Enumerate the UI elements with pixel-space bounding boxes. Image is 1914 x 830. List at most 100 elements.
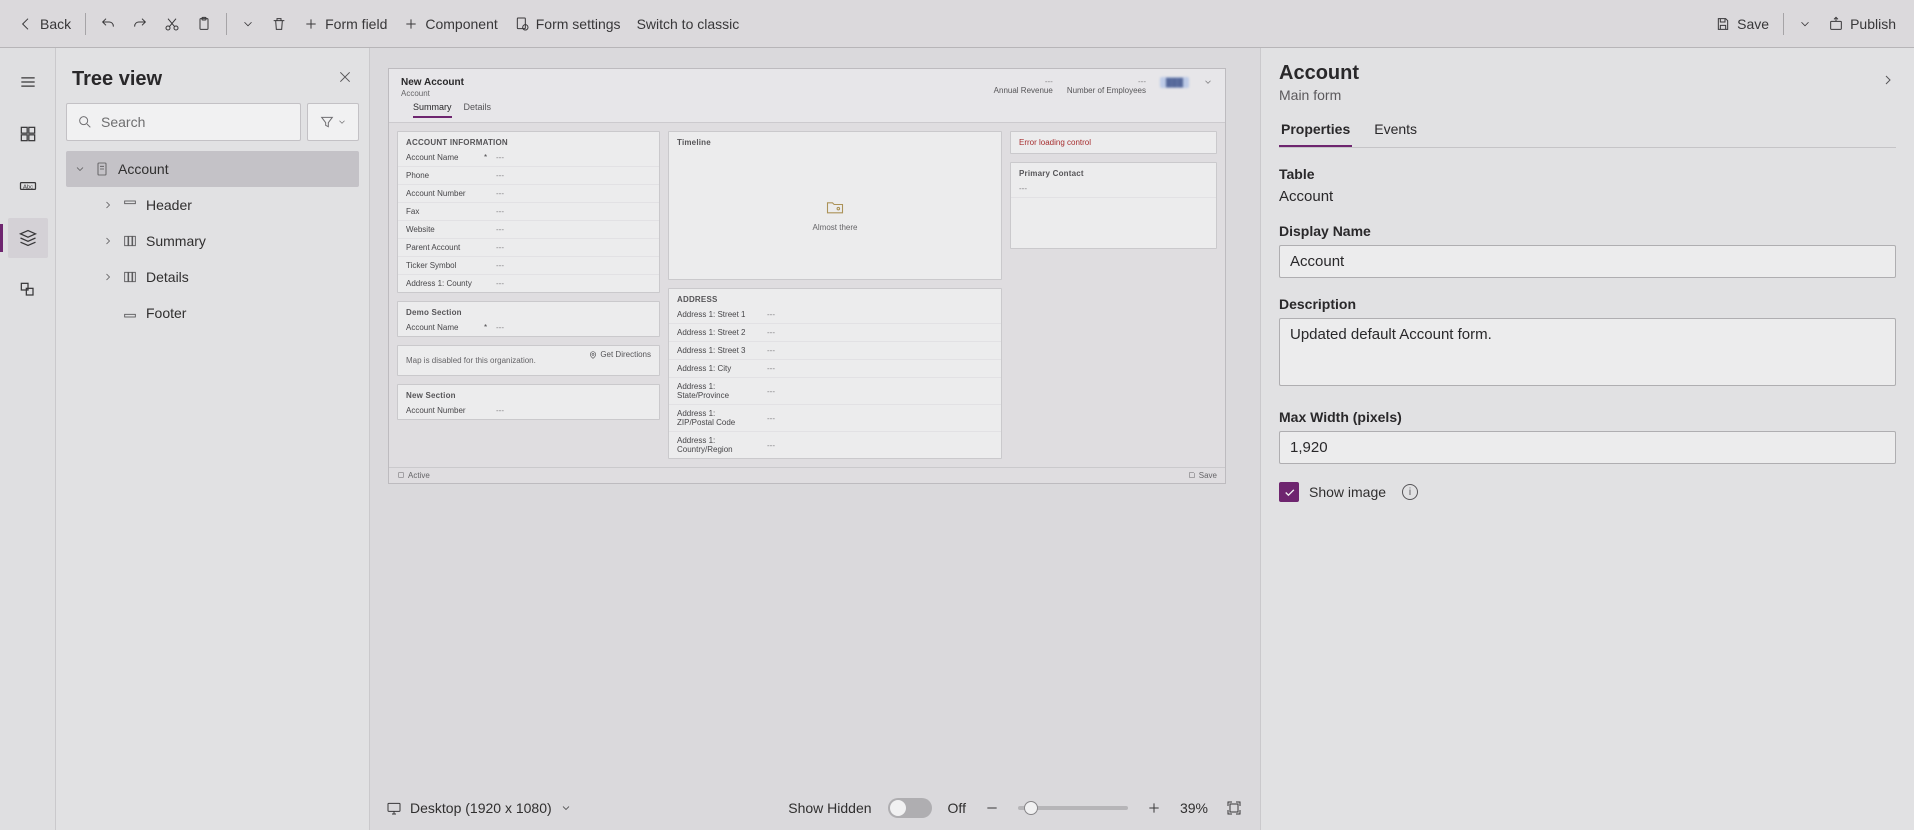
form-settings-button[interactable]: Form settings xyxy=(506,12,629,36)
separator xyxy=(1783,13,1784,35)
back-button[interactable]: Back xyxy=(10,12,79,36)
section-heading: Timeline xyxy=(669,132,1001,149)
footer-save[interactable]: Save xyxy=(1188,471,1217,480)
prop-title: Account xyxy=(1279,62,1359,85)
monitor-icon xyxy=(386,800,402,816)
input-display-name[interactable] xyxy=(1279,245,1896,278)
tree-close-button[interactable] xyxy=(337,69,353,90)
paste-button[interactable] xyxy=(188,12,220,36)
timeline-placeholder: Almost there xyxy=(813,223,858,232)
chevron-down-icon xyxy=(74,163,86,175)
preview-subtitle: Account xyxy=(401,89,994,98)
properties-panel: Account Main form Properties Events Tabl… xyxy=(1260,48,1914,830)
label-table: Table xyxy=(1279,166,1896,182)
section-demo[interactable]: Demo Section Account Name*--- xyxy=(397,301,660,337)
rail-textbox-button[interactable]: Abc xyxy=(8,166,48,206)
preview-tab-summary[interactable]: Summary xyxy=(413,102,452,118)
chevron-right-icon xyxy=(102,271,114,283)
field-row: Address 1: Street 1--- xyxy=(669,306,1001,324)
tree-node-label: Details xyxy=(146,269,189,285)
section-address[interactable]: ADDRESS Address 1: Street 1--- Address 1… xyxy=(668,288,1002,459)
collapse-panel-button[interactable] xyxy=(1880,72,1896,93)
section-account-info[interactable]: ACCOUNT INFORMATION Account Name*--- Pho… xyxy=(397,131,660,293)
delete-button[interactable] xyxy=(263,12,295,36)
zoom-out-button[interactable] xyxy=(982,798,1002,818)
field-row: Parent Account--- xyxy=(398,239,659,257)
zoom-value: 39% xyxy=(1180,800,1208,816)
input-description[interactable] xyxy=(1279,318,1896,386)
checkbox-show-image[interactable] xyxy=(1279,482,1299,502)
rail-components-button[interactable] xyxy=(8,114,48,154)
field-row: Phone--- xyxy=(398,167,659,185)
metric-annual-revenue: --- Annual Revenue xyxy=(994,77,1053,95)
fit-button[interactable] xyxy=(1224,798,1244,818)
rail-library-button[interactable] xyxy=(8,270,48,310)
separator xyxy=(226,13,227,35)
chevron-right-icon xyxy=(102,235,114,247)
publish-label: Publish xyxy=(1850,16,1896,32)
preview-collapse-button[interactable] xyxy=(1203,77,1213,89)
tab-events[interactable]: Events xyxy=(1372,121,1419,147)
info-icon[interactable]: i xyxy=(1402,484,1418,500)
prop-subtitle: Main form xyxy=(1279,87,1359,103)
publish-button[interactable]: Publish xyxy=(1820,12,1904,36)
component-button[interactable]: Component xyxy=(395,12,505,36)
chevron-down-icon[interactable] xyxy=(560,802,572,814)
field-row: Account Number--- xyxy=(398,185,659,203)
zoom-in-button[interactable] xyxy=(1144,798,1164,818)
overflow-button[interactable] xyxy=(233,13,263,35)
map-disabled-note: Map is disabled for this organization. xyxy=(406,356,536,365)
tree-node-details[interactable]: Details xyxy=(66,259,359,295)
preview-footer: Active Save xyxy=(389,467,1225,483)
field-row: Ticker Symbol--- xyxy=(398,257,659,275)
tree-search-input[interactable] xyxy=(99,113,290,131)
get-directions-button[interactable]: Get Directions xyxy=(589,350,651,359)
section-map[interactable]: Get Directions Map is disabled for this … xyxy=(397,345,660,376)
show-hidden-toggle[interactable] xyxy=(888,798,932,818)
input-maxwidth[interactable] xyxy=(1279,431,1896,464)
tab-icon xyxy=(122,233,138,249)
form-settings-label: Form settings xyxy=(536,16,621,32)
tree-node-header[interactable]: Header xyxy=(66,187,359,223)
tree-node-account[interactable]: Account xyxy=(66,151,359,187)
preview-header: New Account Account Summary Details --- … xyxy=(389,69,1225,123)
section-primary-contact[interactable]: Primary Contact --- xyxy=(1010,162,1217,249)
tree-title: Tree view xyxy=(72,68,162,91)
form-preview[interactable]: New Account Account Summary Details --- … xyxy=(388,68,1226,484)
rail-menu-button[interactable] xyxy=(8,62,48,102)
viewport-label[interactable]: Desktop (1920 x 1080) xyxy=(410,800,552,816)
zoom-slider[interactable] xyxy=(1018,806,1128,810)
tab-properties[interactable]: Properties xyxy=(1279,121,1352,147)
preview-flag: ███ xyxy=(1160,77,1189,88)
preview-tab-details[interactable]: Details xyxy=(464,102,492,118)
field-row: --- xyxy=(1011,180,1216,198)
form-canvas[interactable]: New Account Account Summary Details --- … xyxy=(370,48,1260,786)
tree-search-box[interactable] xyxy=(66,103,301,141)
tree-node-summary[interactable]: Summary xyxy=(66,223,359,259)
redo-button[interactable] xyxy=(124,12,156,36)
section-error[interactable]: Error loading control xyxy=(1010,131,1217,154)
top-toolbar: Back Form field Component Form settings … xyxy=(0,0,1914,48)
field-table: Table Account xyxy=(1279,166,1896,205)
tree-filter-button[interactable] xyxy=(307,103,359,141)
rail-tree-button[interactable] xyxy=(8,218,48,258)
form-field-button[interactable]: Form field xyxy=(295,12,395,36)
section-timeline[interactable]: Timeline Almost there xyxy=(668,131,1002,280)
save-menu-button[interactable] xyxy=(1790,13,1820,35)
tree-node-footer[interactable]: Footer xyxy=(66,295,359,331)
cut-button[interactable] xyxy=(156,12,188,36)
label-maxwidth: Max Width (pixels) xyxy=(1279,409,1896,425)
search-icon xyxy=(77,114,93,130)
left-rail: Abc xyxy=(0,48,56,830)
status-bar: Desktop (1920 x 1080) Show Hidden Off 39… xyxy=(370,786,1260,830)
tree-panel: Tree view Account Header Summary Details xyxy=(56,48,370,830)
label-description: Description xyxy=(1279,296,1896,312)
undo-button[interactable] xyxy=(92,12,124,36)
save-button[interactable]: Save xyxy=(1707,12,1777,36)
section-new[interactable]: New Section Account Number--- xyxy=(397,384,660,420)
svg-text:Abc: Abc xyxy=(23,185,33,191)
status-icon xyxy=(397,471,405,479)
save-label: Save xyxy=(1737,16,1769,32)
pin-icon xyxy=(589,351,597,359)
switch-classic-button[interactable]: Switch to classic xyxy=(629,12,748,36)
